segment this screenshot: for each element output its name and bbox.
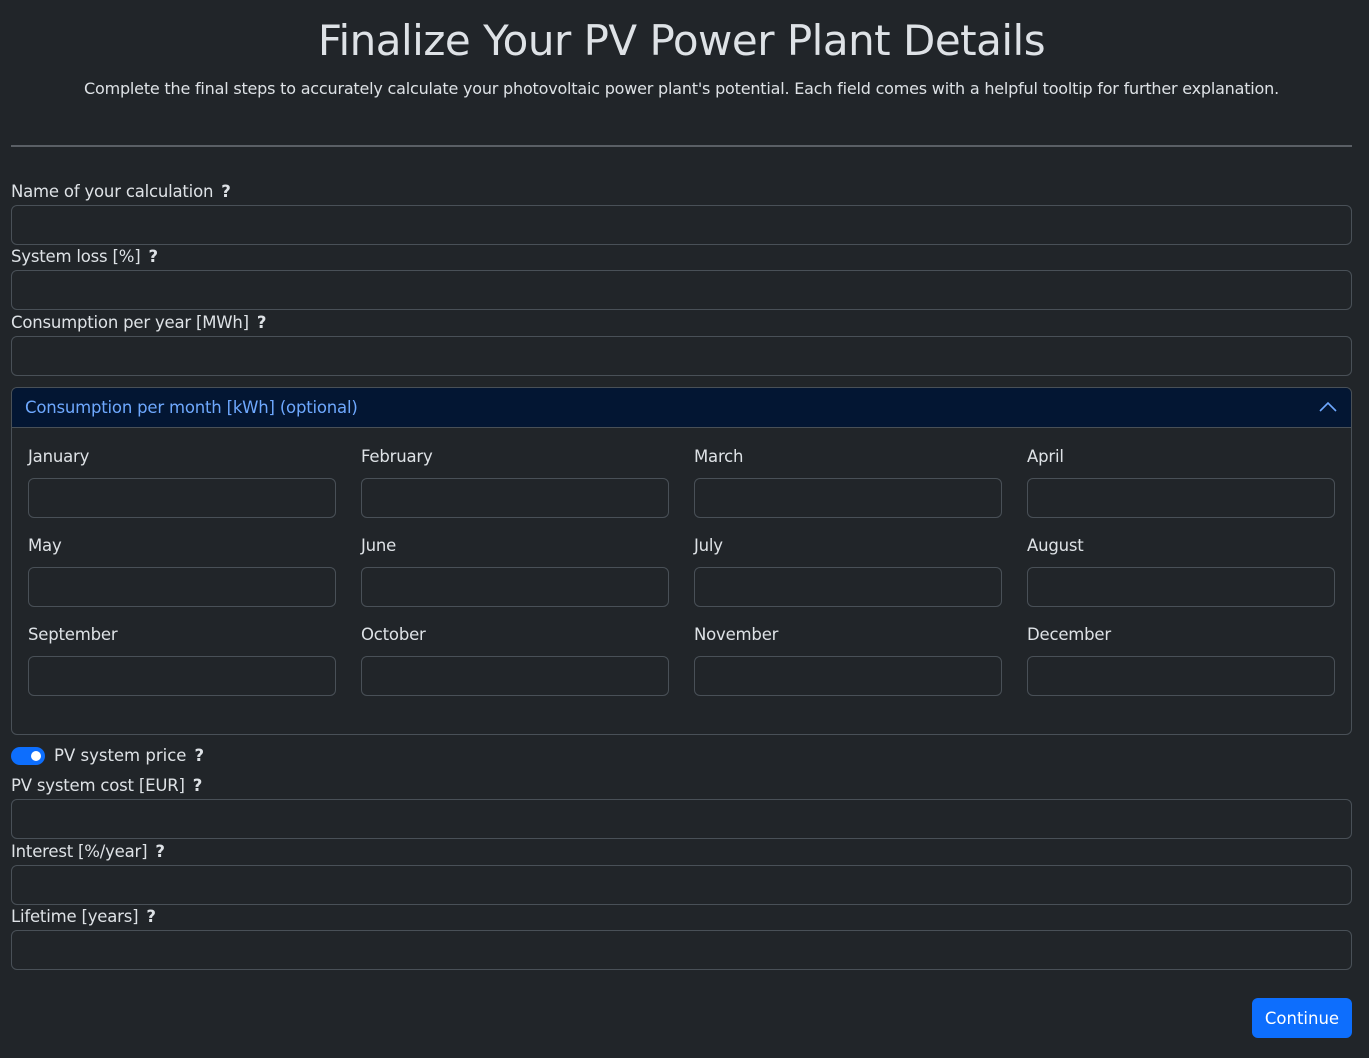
month-label: January [28,447,90,466]
month-label: August [1027,536,1084,555]
month-label: April [1027,447,1064,466]
help-icon[interactable]: ? [221,182,231,201]
name-label: Name of your calculation [11,182,214,201]
lifetime-input[interactable] [11,930,1352,970]
month-label: May [28,536,62,555]
interest-field: Interest [%/year]? [11,840,1352,905]
pv-price-label: PV system price [54,746,187,765]
chevron-up-icon [1319,401,1337,412]
consumption-year-field: Consumption per year [MWh]? [11,311,1352,376]
month-input-december[interactable] [1027,656,1335,696]
month-label: March [694,447,744,466]
month-input-february[interactable] [361,478,669,518]
consumption-year-input[interactable] [11,336,1352,376]
month-field-march: March [694,445,1002,518]
month-label: February [361,447,433,466]
name-input[interactable] [11,205,1352,245]
months-grid: January February March April May June July Augu… [12,428,1351,696]
name-field: Name of your calculation? [11,180,1352,245]
month-field-november: November [694,623,1002,696]
month-field-april: April [1027,445,1335,518]
month-label: October [361,625,426,644]
month-field-june: June [361,534,669,607]
month-label: September [28,625,118,644]
pv-cost-label: PV system cost [EUR] [11,776,185,795]
help-icon[interactable]: ? [155,842,165,861]
month-input-july[interactable] [694,567,1002,607]
divider [11,145,1352,147]
help-icon[interactable]: ? [194,746,204,765]
pv-price-toggle[interactable] [11,746,45,765]
month-field-october: October [361,623,669,696]
system-loss-label: System loss [%] [11,247,141,266]
month-input-september[interactable] [28,656,336,696]
month-input-march[interactable] [694,478,1002,518]
month-input-january[interactable] [28,478,336,518]
month-field-july: July [694,534,1002,607]
pv-cost-input[interactable] [11,799,1352,839]
month-input-may[interactable] [28,567,336,607]
monthly-consumption-accordion: Consumption per month [kWh] (optional) J… [11,387,1352,735]
month-label: December [1027,625,1111,644]
interest-input[interactable] [11,865,1352,905]
consumption-year-label: Consumption per year [MWh] [11,313,249,332]
month-field-december: December [1027,623,1335,696]
month-field-september: September [28,623,336,696]
interest-label: Interest [%/year] [11,842,148,861]
help-icon[interactable]: ? [193,776,203,795]
month-input-october[interactable] [361,656,669,696]
month-field-may: May [28,534,336,607]
lifetime-label: Lifetime [years] [11,907,139,926]
month-input-april[interactable] [1027,478,1335,518]
month-field-august: August [1027,534,1335,607]
system-loss-field: System loss [%]? [11,245,1352,310]
accordion-header[interactable]: Consumption per month [kWh] (optional) [12,388,1351,428]
help-icon[interactable]: ? [148,247,158,266]
pv-price-toggle-row: PV system price? [11,746,204,765]
accordion-title: Consumption per month [kWh] (optional) [25,398,358,417]
month-input-august[interactable] [1027,567,1335,607]
month-field-january: January [28,445,336,518]
month-label: July [694,536,723,555]
help-icon[interactable]: ? [146,907,156,926]
continue-button[interactable]: Continue [1252,998,1352,1038]
month-label: June [361,536,397,555]
page-subtitle: Complete the final steps to accurately c… [84,79,1279,98]
month-input-november[interactable] [694,656,1002,696]
month-label: November [694,625,779,644]
system-loss-input[interactable] [11,270,1352,310]
pv-cost-field: PV system cost [EUR]? [11,774,1352,839]
help-icon[interactable]: ? [257,313,267,332]
month-field-february: February [361,445,669,518]
page-title: Finalize Your PV Power Plant Details [317,16,1046,65]
lifetime-field: Lifetime [years]? [11,905,1352,970]
month-input-june[interactable] [361,567,669,607]
